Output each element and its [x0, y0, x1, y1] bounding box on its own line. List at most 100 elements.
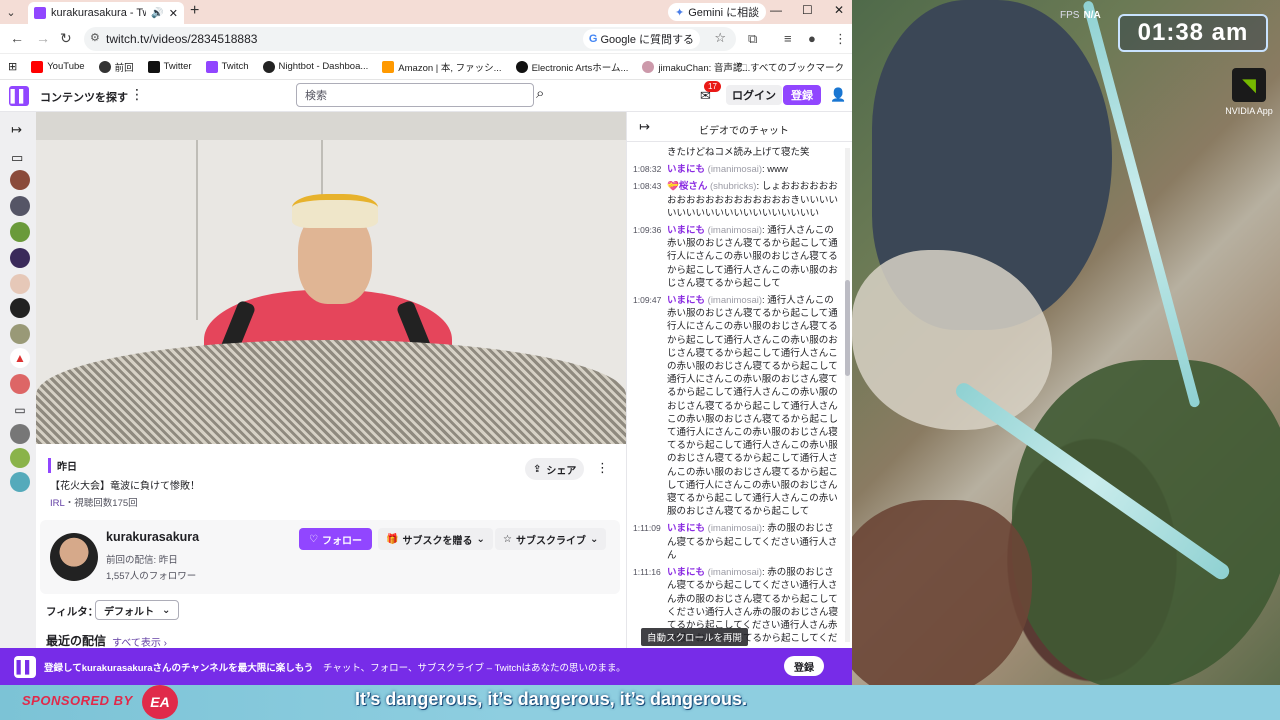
bookmark-label: Twitter	[163, 61, 192, 72]
chat-timestamp[interactable]: 1:11:09	[633, 522, 661, 535]
chat-scroll-thumb[interactable]	[845, 280, 850, 376]
tab-twitch[interactable]: kurakurasakura - Twitch 🔊 ✕	[28, 2, 184, 24]
chat-text: きたけどねコメ読み上げて寝た笑	[667, 147, 810, 158]
bookmark-twitter[interactable]: Twitter	[147, 60, 192, 73]
video-player[interactable]	[36, 112, 626, 444]
channel-avatar[interactable]	[10, 374, 30, 394]
new-tab-button[interactable]: +	[190, 2, 199, 20]
bookmark-ea[interactable]: Electronic Artsホーム...	[515, 60, 629, 74]
google-ask-chip[interactable]: G Google に質問する	[582, 29, 700, 49]
nvidia-app-shortcut[interactable]: ◥ NVIDIA App	[1224, 68, 1274, 116]
more-options-icon[interactable]: ⋮	[130, 86, 144, 103]
signup-button[interactable]: 登録	[783, 85, 821, 105]
channel-avatar[interactable]	[10, 324, 30, 344]
chat-timestamp[interactable]: 1:11:16	[633, 566, 661, 579]
channel-avatar[interactable]	[10, 248, 30, 268]
chat-timestamp[interactable]: 1:09:36	[633, 224, 661, 237]
reload-icon[interactable]: ↻	[60, 30, 72, 47]
channel-avatar[interactable]	[10, 274, 30, 294]
forward-icon[interactable]: →	[36, 30, 50, 46]
channel-avatar[interactable]	[10, 298, 30, 318]
subtitle-caption: It’s dangerous, it’s dangerous, it’s dan…	[355, 689, 748, 709]
channel-avatar[interactable]	[10, 170, 30, 190]
gemini-button[interactable]: ✦ Gemini に相談	[668, 3, 767, 21]
see-all-link[interactable]: すべて表示 ›	[112, 634, 167, 649]
channel-avatar[interactable]	[10, 472, 30, 492]
chat-username[interactable]: いまにも	[667, 523, 705, 534]
login-button[interactable]: ログイン	[726, 85, 782, 105]
address-bar[interactable]: ⚙ twitch.tv/videos/2834518883 G Google に…	[84, 27, 736, 51]
close-window-button[interactable]: ✕	[834, 3, 844, 17]
chat-timestamp[interactable]: 1:09:47	[633, 294, 661, 307]
last-live: 前回の配信: 昨日	[106, 555, 178, 566]
bookmark-label: Amazon | 本, ファッシ...	[398, 62, 502, 74]
chat-timestamp[interactable]: 1:08:43	[633, 180, 661, 193]
expand-sidebar-icon[interactable]: ↦	[11, 122, 22, 138]
browse-link[interactable]: コンテンツを探す	[40, 89, 128, 105]
url-text: twitch.tv/videos/2834518883	[106, 32, 258, 46]
video-camera-icon: ▭	[11, 150, 24, 165]
channel-avatar[interactable]	[10, 448, 30, 468]
search-icon[interactable]: ⌕	[536, 85, 544, 102]
bookmark-label: YouTube	[47, 61, 85, 72]
chat-scrollbar[interactable]	[845, 148, 850, 642]
gemini-icon: ✦	[675, 6, 685, 19]
apps-icon[interactable]: ⊞	[8, 60, 17, 73]
user-icon[interactable]: 👤	[830, 87, 846, 103]
more-options-icon[interactable]: ⋮	[596, 460, 609, 476]
collapse-chat-icon[interactable]: ↦	[639, 119, 650, 135]
video-meta: IRL・視聴回数175回	[50, 495, 138, 509]
chat-timestamp[interactable]: 1:08:32	[633, 163, 661, 176]
all-bookmarks[interactable]: 🗀 すべてのブックマーク	[738, 60, 844, 77]
minimize-button[interactable]: —	[770, 3, 782, 17]
jimakuchan-icon	[642, 60, 655, 73]
close-tab-icon[interactable]: ✕	[169, 7, 178, 20]
profile-avatar-icon[interactable]: ●	[808, 31, 816, 46]
chat-message: 1:08:43 💝桜さん (shubricks): しょおおおおおおおおおおおおお…	[633, 180, 839, 220]
channel-avatar[interactable]	[10, 196, 30, 216]
clock-overlay: 01:38 am	[1118, 14, 1268, 52]
share-button[interactable]: ⇪ シェア	[525, 458, 585, 480]
chat-username[interactable]: いまにも	[667, 567, 705, 578]
resume-autoscroll-button[interactable]: 自動スクロールを再開	[641, 628, 749, 646]
bookmark-amazon[interactable]: Amazon | 本, ファッシ...	[382, 60, 502, 74]
bookmark-jimakuchan[interactable]: jimakuChan: 音声認...	[642, 60, 750, 74]
bookmark-youtube[interactable]: YouTube	[31, 60, 85, 73]
bookmark-twitch[interactable]: Twitch	[205, 60, 249, 73]
tab-search-icon[interactable]: ⌄	[0, 1, 22, 23]
search-input[interactable]: 検索	[296, 83, 534, 107]
google-chip-label: Google に質問する	[600, 34, 694, 46]
subscribe-button[interactable]: ☆ サブスクライブ ⌄	[495, 528, 607, 550]
maximize-button[interactable]: ☐	[802, 3, 813, 17]
filter-select[interactable]: デフォルト ⌄	[95, 600, 180, 620]
site-info-icon[interactable]: ⚙	[90, 31, 100, 44]
gift-sub-button[interactable]: 🎁 サブスクを贈る ⌄	[378, 528, 493, 550]
media-icon[interactable]: ≡	[784, 31, 792, 46]
menu-icon[interactable]: ⋮	[834, 31, 847, 47]
channel-avatar[interactable]	[10, 222, 30, 242]
chat-login: (imanimosai)	[707, 523, 763, 535]
folder-icon: 🗀	[737, 63, 751, 74]
twitch-logo-icon[interactable]: ▌▌	[9, 86, 29, 106]
channel-avatar[interactable]: ▲	[10, 348, 30, 368]
channel-avatar[interactable]	[50, 533, 98, 581]
bookmark-nightbot[interactable]: Nightbot - Dashboa...	[262, 60, 368, 73]
bookmark-label: Electronic Artsホーム...	[531, 62, 629, 74]
speaker-icon[interactable]: 🔊	[151, 8, 163, 19]
channel-name[interactable]: kurakurasakura	[106, 530, 199, 544]
chat-username[interactable]: いまにも	[667, 225, 705, 236]
bookmark-star-icon[interactable]: ☆	[714, 30, 726, 46]
banner-signup-button[interactable]: 登録	[784, 656, 824, 676]
chat-username[interactable]: 💝桜さん	[667, 181, 707, 192]
follow-button[interactable]: ♡ フォロー	[299, 528, 372, 550]
bookmark-previous[interactable]: 前回	[98, 60, 134, 74]
video-blanket	[36, 340, 626, 444]
back-icon[interactable]: ←	[10, 30, 24, 46]
extensions-icon[interactable]: ⧉	[748, 31, 757, 47]
chat-username[interactable]: いまにも	[667, 295, 705, 306]
channel-avatar[interactable]	[10, 424, 30, 444]
category-link[interactable]: IRL	[50, 498, 65, 509]
chat-username[interactable]: いまにも	[667, 164, 705, 175]
browser-window: ⌄ kurakurasakura - Twitch 🔊 ✕ + ✦ Gemini…	[0, 0, 852, 685]
gift-icon: 🎁	[386, 533, 399, 545]
